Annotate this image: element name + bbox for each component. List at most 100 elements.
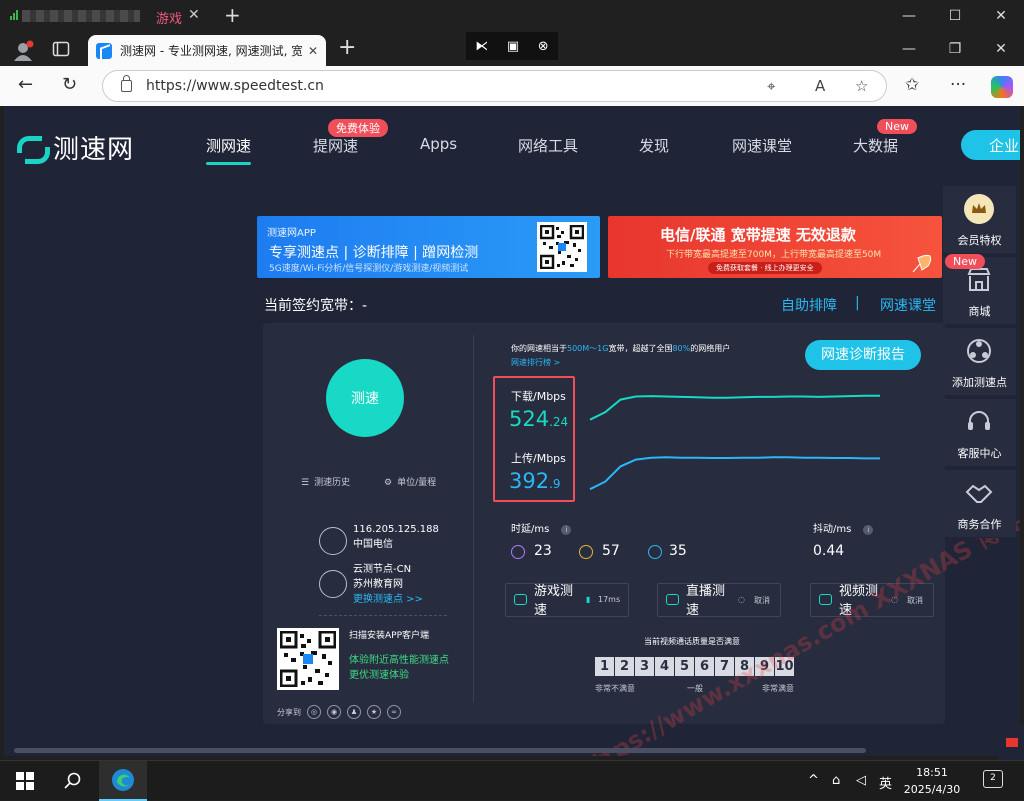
sidebar-item-support[interactable]: 客服中心	[943, 399, 1016, 467]
screen-share-icon[interactable]: ⧔	[475, 39, 488, 54]
headset-icon	[968, 411, 990, 430]
site-logo[interactable]: 测速网	[17, 129, 134, 166]
address-bar[interactable]: https://www.speedtest.cn ⌖ A ☆	[102, 70, 887, 102]
upload-line	[589, 456, 880, 491]
floating-sidebar: 会员特权 商城 New 添加测速点 客服中心 商务合作	[943, 186, 1020, 546]
rating-option[interactable]: 1	[595, 657, 614, 676]
summary-percent: 80%	[672, 344, 691, 353]
window-titlebar: 游戏 ✕ + — ☐ ✕	[0, 0, 1024, 32]
minimize-button[interactable]: —	[886, 0, 932, 32]
enterprise-button[interactable]: 企业	[961, 130, 1020, 160]
self-check-link[interactable]: 自助排障	[781, 295, 837, 315]
network-tray-icon[interactable]: ⌂	[832, 773, 840, 788]
horizontal-scrollbar[interactable]	[14, 748, 866, 753]
volume-icon[interactable]: ◁	[856, 773, 866, 788]
back-arrow-icon[interactable]: ←	[18, 74, 33, 95]
tab-restore-button[interactable]: ❐	[932, 32, 978, 66]
rating-option[interactable]: 10	[775, 657, 794, 676]
nav-bigdata-badge: New	[877, 119, 917, 134]
start-test-button[interactable]: 测速	[326, 359, 404, 437]
tab-actions-icon[interactable]	[52, 40, 70, 58]
rating-option[interactable]: 3	[635, 657, 654, 676]
nav-tools[interactable]: 网络工具	[518, 135, 578, 156]
url-text[interactable]: https://www.speedtest.cn	[146, 78, 324, 94]
nav-discover[interactable]: 发现	[639, 135, 669, 156]
maximize-button[interactable]: ☐	[932, 0, 978, 32]
favorites-list-icon[interactable]: ✩	[905, 75, 919, 95]
rating-option[interactable]: 5	[675, 657, 694, 676]
speedtest-favicon-icon	[96, 42, 112, 59]
ip-info: 116.205.125.188 中国电信	[353, 522, 439, 552]
nav-classroom[interactable]: 网速课堂	[732, 135, 792, 156]
sidebar-vip-label: 会员特权	[957, 234, 1002, 247]
wechat-icon[interactable]: ◎	[307, 705, 321, 719]
new-tab-button[interactable]: +	[338, 35, 356, 60]
nav-speedtest[interactable]: 测网速	[206, 135, 252, 165]
promo-cta[interactable]: 免费获取套餐 · 线上办理更安全	[708, 262, 822, 274]
summary-post: 的网络用户	[690, 344, 731, 353]
promo-banner[interactable]: 电信/联通 宽带提速 无效退款 下行带宽最高提速至700M，上行带宽最高提速至5…	[608, 216, 942, 278]
star-icon[interactable]: ★	[367, 705, 381, 719]
copilot-icon[interactable]	[991, 76, 1013, 98]
more-menu-icon[interactable]: ···	[950, 75, 966, 95]
system-clock[interactable]: 18:51 2025/4/30	[900, 764, 964, 798]
diagnose-report-button[interactable]: 网速诊断报告	[805, 340, 921, 370]
link-icon[interactable]: ∞	[387, 705, 401, 719]
spinner-icon: ◌	[738, 595, 745, 604]
notification-icon[interactable]: 2	[983, 770, 1003, 788]
game-tab-label[interactable]: 游戏	[156, 8, 182, 27]
windows-start-icon[interactable]	[10, 761, 40, 801]
latency-help-icon[interactable]: i	[561, 525, 572, 535]
floating-red-widget[interactable]	[998, 724, 1024, 760]
tab-close-window-button[interactable]: ✕	[978, 32, 1024, 66]
nav-boost[interactable]: 提网速	[313, 135, 358, 156]
edge-taskbar-icon[interactable]	[99, 761, 147, 801]
ranking-link[interactable]: 网速排行榜 >	[511, 356, 730, 370]
rating-option[interactable]: 2	[615, 657, 634, 676]
lock-icon[interactable]	[121, 75, 132, 92]
live-cancel[interactable]: 取消	[754, 595, 770, 606]
qq-icon[interactable]: ♟	[347, 705, 361, 719]
weibo-icon[interactable]: ◉	[327, 705, 341, 719]
close-window-button[interactable]: ✕	[978, 0, 1024, 32]
favorite-star-icon[interactable]: ☆	[855, 77, 868, 95]
signal-icon	[10, 10, 18, 20]
tab-close-icon[interactable]: ✕	[308, 44, 318, 58]
history-button[interactable]: ☰ 测速历史	[301, 475, 350, 488]
video-test-button[interactable]: 视频测速 ◌ 取消	[810, 583, 934, 618]
new-tab-icon[interactable]: +	[224, 3, 241, 27]
nav-bigdata[interactable]: 大数据	[853, 135, 898, 156]
game-test-button[interactable]: 游戏测速 ▮ 17ms	[505, 583, 629, 618]
jitter-help-icon[interactable]: i	[863, 525, 874, 535]
rating-option[interactable]: 8	[735, 657, 754, 676]
stop-icon[interactable]: ⊗	[538, 39, 549, 54]
app-banner[interactable]: 测速网APP 专享测速点 | 诊断排障 | 蹭网检测 5G速度/Wi-Fi分析/…	[257, 216, 600, 278]
refresh-icon[interactable]: ↻	[62, 74, 77, 95]
close-icon[interactable]: ✕	[188, 7, 200, 23]
rating-option[interactable]: 7	[715, 657, 734, 676]
read-aloud-icon[interactable]: A	[815, 77, 825, 95]
video-cancel[interactable]: 取消	[907, 595, 923, 606]
ime-indicator[interactable]: 英	[879, 773, 892, 792]
rating-option[interactable]: 4	[655, 657, 674, 676]
location-pin-icon[interactable]: ⌖	[767, 77, 775, 95]
handshake-icon	[965, 484, 993, 503]
change-node-link[interactable]: 更换测速点 >>	[353, 592, 423, 607]
tab-minimize-button[interactable]: —	[886, 32, 932, 66]
shop-new-badge: New	[945, 254, 985, 269]
rating-option[interactable]: 9	[755, 657, 774, 676]
live-test-button[interactable]: 直播测速 ◌ 取消	[657, 583, 781, 618]
search-icon[interactable]	[58, 761, 88, 801]
sidebar-item-add-node[interactable]: 添加测速点	[943, 328, 1016, 396]
sidebar-item-vip[interactable]: 会员特权	[943, 186, 1016, 254]
contract-value: -	[362, 298, 368, 314]
profile-avatar-icon[interactable]	[12, 40, 34, 61]
nav-apps[interactable]: Apps	[420, 135, 457, 153]
pip-icon[interactable]: ▣	[507, 39, 519, 54]
unit-range-button[interactable]: ⚙ 单位/量程	[384, 475, 436, 488]
rating-option[interactable]: 6	[695, 657, 714, 676]
sidebar-item-business[interactable]: 商务合作	[943, 470, 1016, 538]
classroom-link[interactable]: 网速课堂	[880, 295, 936, 315]
tab-speedtest[interactable]: 测速网 - 专业测网速, 网速测试, 宽 ✕	[88, 35, 326, 66]
tray-chevron-icon[interactable]: ^	[808, 773, 819, 788]
